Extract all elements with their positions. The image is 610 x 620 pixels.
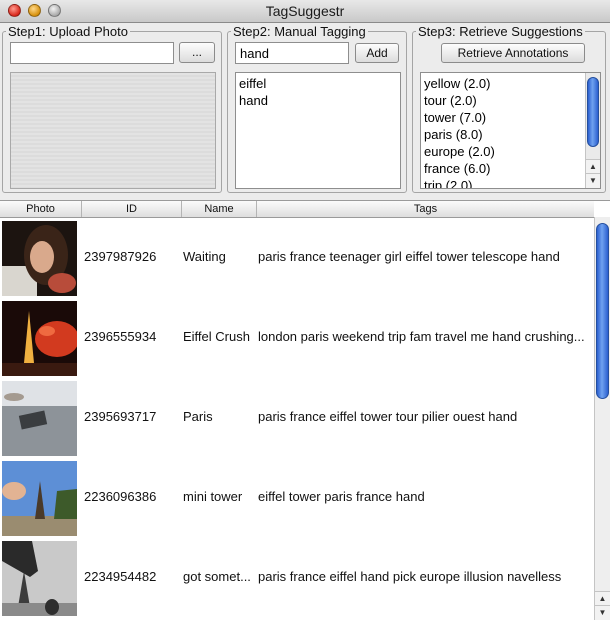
column-header-tags[interactable]: Tags xyxy=(257,201,594,217)
photo-path-field[interactable] xyxy=(10,42,174,64)
window-title: TagSuggestr xyxy=(265,3,345,19)
photo-tags: eiffel tower paris france hand xyxy=(258,489,425,504)
photo-tags: paris france eiffel hand pick europe ill… xyxy=(258,569,562,584)
step1-group: Step1: Upload Photo ... xyxy=(2,24,222,193)
suggestions-list[interactable]: yellow (2.0) tour (2.0) tower (7.0) pari… xyxy=(420,72,601,189)
suggestions-scrollbar[interactable]: ▲ ▼ xyxy=(585,73,600,188)
scroll-thumb[interactable] xyxy=(587,77,599,147)
table-row[interactable]: 2396555934 Eiffel Crush london paris wee… xyxy=(0,299,594,379)
photo-thumbnail xyxy=(2,381,77,456)
table-row[interactable]: 2234954482 got somet... paris france eif… xyxy=(0,539,594,619)
title-bar: TagSuggestr xyxy=(0,0,610,23)
photo-id: 2396555934 xyxy=(84,329,157,344)
photo-preview xyxy=(10,72,216,189)
photo-name: Waiting xyxy=(183,249,226,264)
step2-legend: Step2: Manual Tagging xyxy=(231,24,368,39)
scroll-down-icon[interactable]: ▼ xyxy=(586,173,600,188)
table-header: Photo ID Name Tags xyxy=(0,201,594,218)
photo-tags: paris france eiffel tower tour pilier ou… xyxy=(258,409,518,424)
list-item[interactable]: france (6.0) xyxy=(421,160,600,177)
table-row[interactable]: 2397987926 Waiting paris france teenager… xyxy=(0,219,594,299)
scroll-thumb[interactable] xyxy=(596,223,609,399)
table-scrollbar[interactable]: ▲ ▼ xyxy=(594,217,610,620)
column-header-photo[interactable]: Photo xyxy=(0,201,82,217)
step1-legend: Step1: Upload Photo xyxy=(6,24,130,39)
browse-button[interactable]: ... xyxy=(179,42,215,63)
step2-group: Step2: Manual Tagging Add eiffel hand xyxy=(227,24,407,193)
list-item[interactable]: eiffel xyxy=(236,75,400,92)
photo-name: mini tower xyxy=(183,489,243,504)
list-item[interactable]: europe (2.0) xyxy=(421,143,600,160)
photo-thumbnail xyxy=(2,541,77,616)
photo-id: 2395693717 xyxy=(84,409,157,424)
table-row[interactable]: 2395693717 Paris paris france eiffel tow… xyxy=(0,379,594,459)
list-item[interactable]: tower (7.0) xyxy=(421,109,600,126)
table-row[interactable]: 2236096386 mini tower eiffel tower paris… xyxy=(0,459,594,539)
tag-input[interactable] xyxy=(235,42,349,64)
list-item[interactable]: tour (2.0) xyxy=(421,92,600,109)
photo-name: Eiffel Crush xyxy=(183,329,250,344)
photo-thumbnail xyxy=(2,301,77,376)
photo-name: Paris xyxy=(183,409,213,424)
scroll-up-icon[interactable]: ▲ xyxy=(595,591,610,606)
list-item[interactable]: yellow (2.0) xyxy=(421,75,600,92)
photo-thumbnail xyxy=(2,221,77,296)
add-tag-button[interactable]: Add xyxy=(355,43,399,63)
photo-id: 2234954482 xyxy=(84,569,157,584)
manual-tags-list[interactable]: eiffel hand xyxy=(235,72,401,189)
column-header-id[interactable]: ID xyxy=(82,201,182,217)
step3-legend: Step3: Retrieve Suggestions xyxy=(416,24,585,39)
results-table: Photo ID Name Tags 2397987926 Waiting pa… xyxy=(0,200,610,620)
photo-tags: london paris weekend trip fam travel me … xyxy=(258,329,585,344)
step3-group: Step3: Retrieve Suggestions Retrieve Ann… xyxy=(412,24,606,193)
list-item[interactable]: trip (2.0) xyxy=(421,177,600,188)
photo-name: got somet... xyxy=(183,569,251,584)
column-header-name[interactable]: Name xyxy=(182,201,257,217)
retrieve-annotations-button[interactable]: Retrieve Annotations xyxy=(441,43,585,63)
photo-thumbnail xyxy=(2,461,77,536)
list-item[interactable]: paris (8.0) xyxy=(421,126,600,143)
photo-tags: paris france teenager girl eiffel tower … xyxy=(258,249,560,264)
scroll-up-icon[interactable]: ▲ xyxy=(586,159,600,174)
scroll-down-icon[interactable]: ▼ xyxy=(595,605,610,620)
list-item[interactable]: hand xyxy=(236,92,400,109)
photo-id: 2397987926 xyxy=(84,249,157,264)
photo-id: 2236096386 xyxy=(84,489,157,504)
